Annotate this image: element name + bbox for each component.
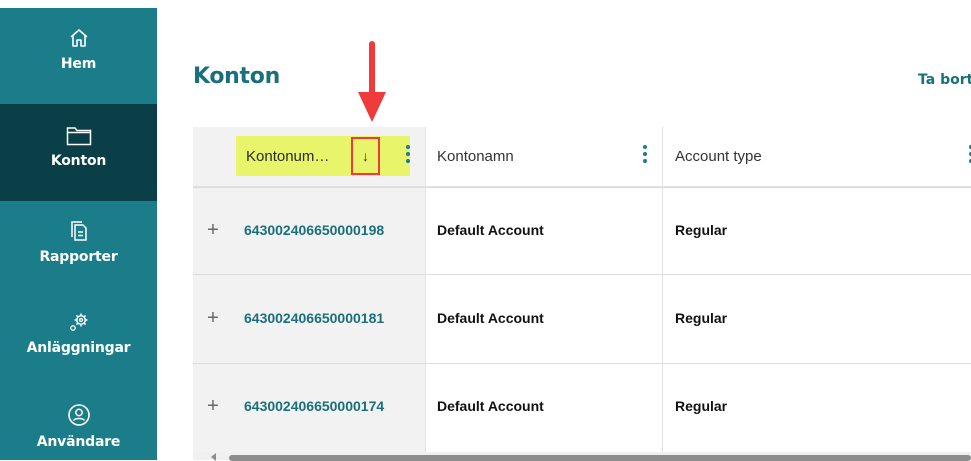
- home-icon: [0, 8, 157, 49]
- sidebar-item-label: Konton: [50, 153, 107, 169]
- sidebar-item-konton[interactable]: Konton: [0, 104, 157, 201]
- account-type: Regular: [675, 398, 728, 414]
- account-name: Default Account: [437, 222, 544, 238]
- account-number-link[interactable]: 643002406650000174: [244, 398, 384, 414]
- sidebar-item-rapporter[interactable]: Rapporter: [0, 201, 157, 293]
- sidebar-item-label: Användare: [36, 434, 121, 450]
- sidebar: Hem Konton Rapporter Anläggningar Använd…: [0, 8, 157, 460]
- expand-row-icon[interactable]: +: [193, 395, 233, 418]
- table-row[interactable]: + 643002406650000198 Default Account Reg…: [193, 188, 971, 274]
- column-header-account-number[interactable]: Kontonum…: [246, 148, 329, 165]
- scrollbar-thumb[interactable]: [229, 455, 971, 461]
- horizontal-scrollbar[interactable]: [193, 452, 971, 461]
- arrow-down-icon: ↓: [362, 148, 369, 164]
- accounts-table: Kontonum… ↓ Kontonamn Account type + 643…: [193, 127, 971, 452]
- column-menu-icon[interactable]: [404, 143, 412, 169]
- account-name: Default Account: [437, 310, 544, 326]
- document-copy-icon: [0, 201, 157, 242]
- account-type: Regular: [675, 222, 728, 238]
- sidebar-item-anlaggningar[interactable]: Anläggningar: [0, 293, 157, 385]
- sort-indicator[interactable]: ↓: [351, 137, 380, 175]
- table-row[interactable]: + 643002406650000181 Default Account Reg…: [193, 275, 971, 363]
- account-number-link[interactable]: 643002406650000181: [244, 310, 384, 326]
- page-title: Konton: [193, 64, 280, 89]
- column-header-account-type[interactable]: Account type: [675, 148, 762, 165]
- sidebar-item-label: Anläggningar: [26, 340, 131, 356]
- column-header-account-name[interactable]: Kontonamn: [437, 148, 514, 165]
- table-row[interactable]: + 643002406650000174 Default Account Reg…: [193, 364, 971, 452]
- column-menu-icon[interactable]: [967, 143, 971, 169]
- account-number-link[interactable]: 643002406650000198: [244, 222, 384, 238]
- user-circle-icon: [0, 385, 157, 427]
- expand-row-icon[interactable]: +: [193, 307, 233, 330]
- column-menu-icon[interactable]: [641, 143, 649, 169]
- account-type: Regular: [675, 310, 728, 326]
- gears-icon: [0, 293, 157, 333]
- account-name: Default Account: [437, 398, 544, 414]
- sidebar-item-label: Hem: [60, 56, 97, 72]
- annotation-arrow-icon: [358, 41, 386, 122]
- sidebar-item-anvandare[interactable]: Användare: [0, 385, 157, 460]
- sidebar-item-label: Rapporter: [39, 249, 118, 265]
- remove-link[interactable]: Ta bort: [918, 72, 971, 88]
- folder-icon: [0, 104, 157, 146]
- expand-row-icon[interactable]: +: [193, 219, 233, 242]
- sidebar-item-hem[interactable]: Hem: [0, 8, 157, 104]
